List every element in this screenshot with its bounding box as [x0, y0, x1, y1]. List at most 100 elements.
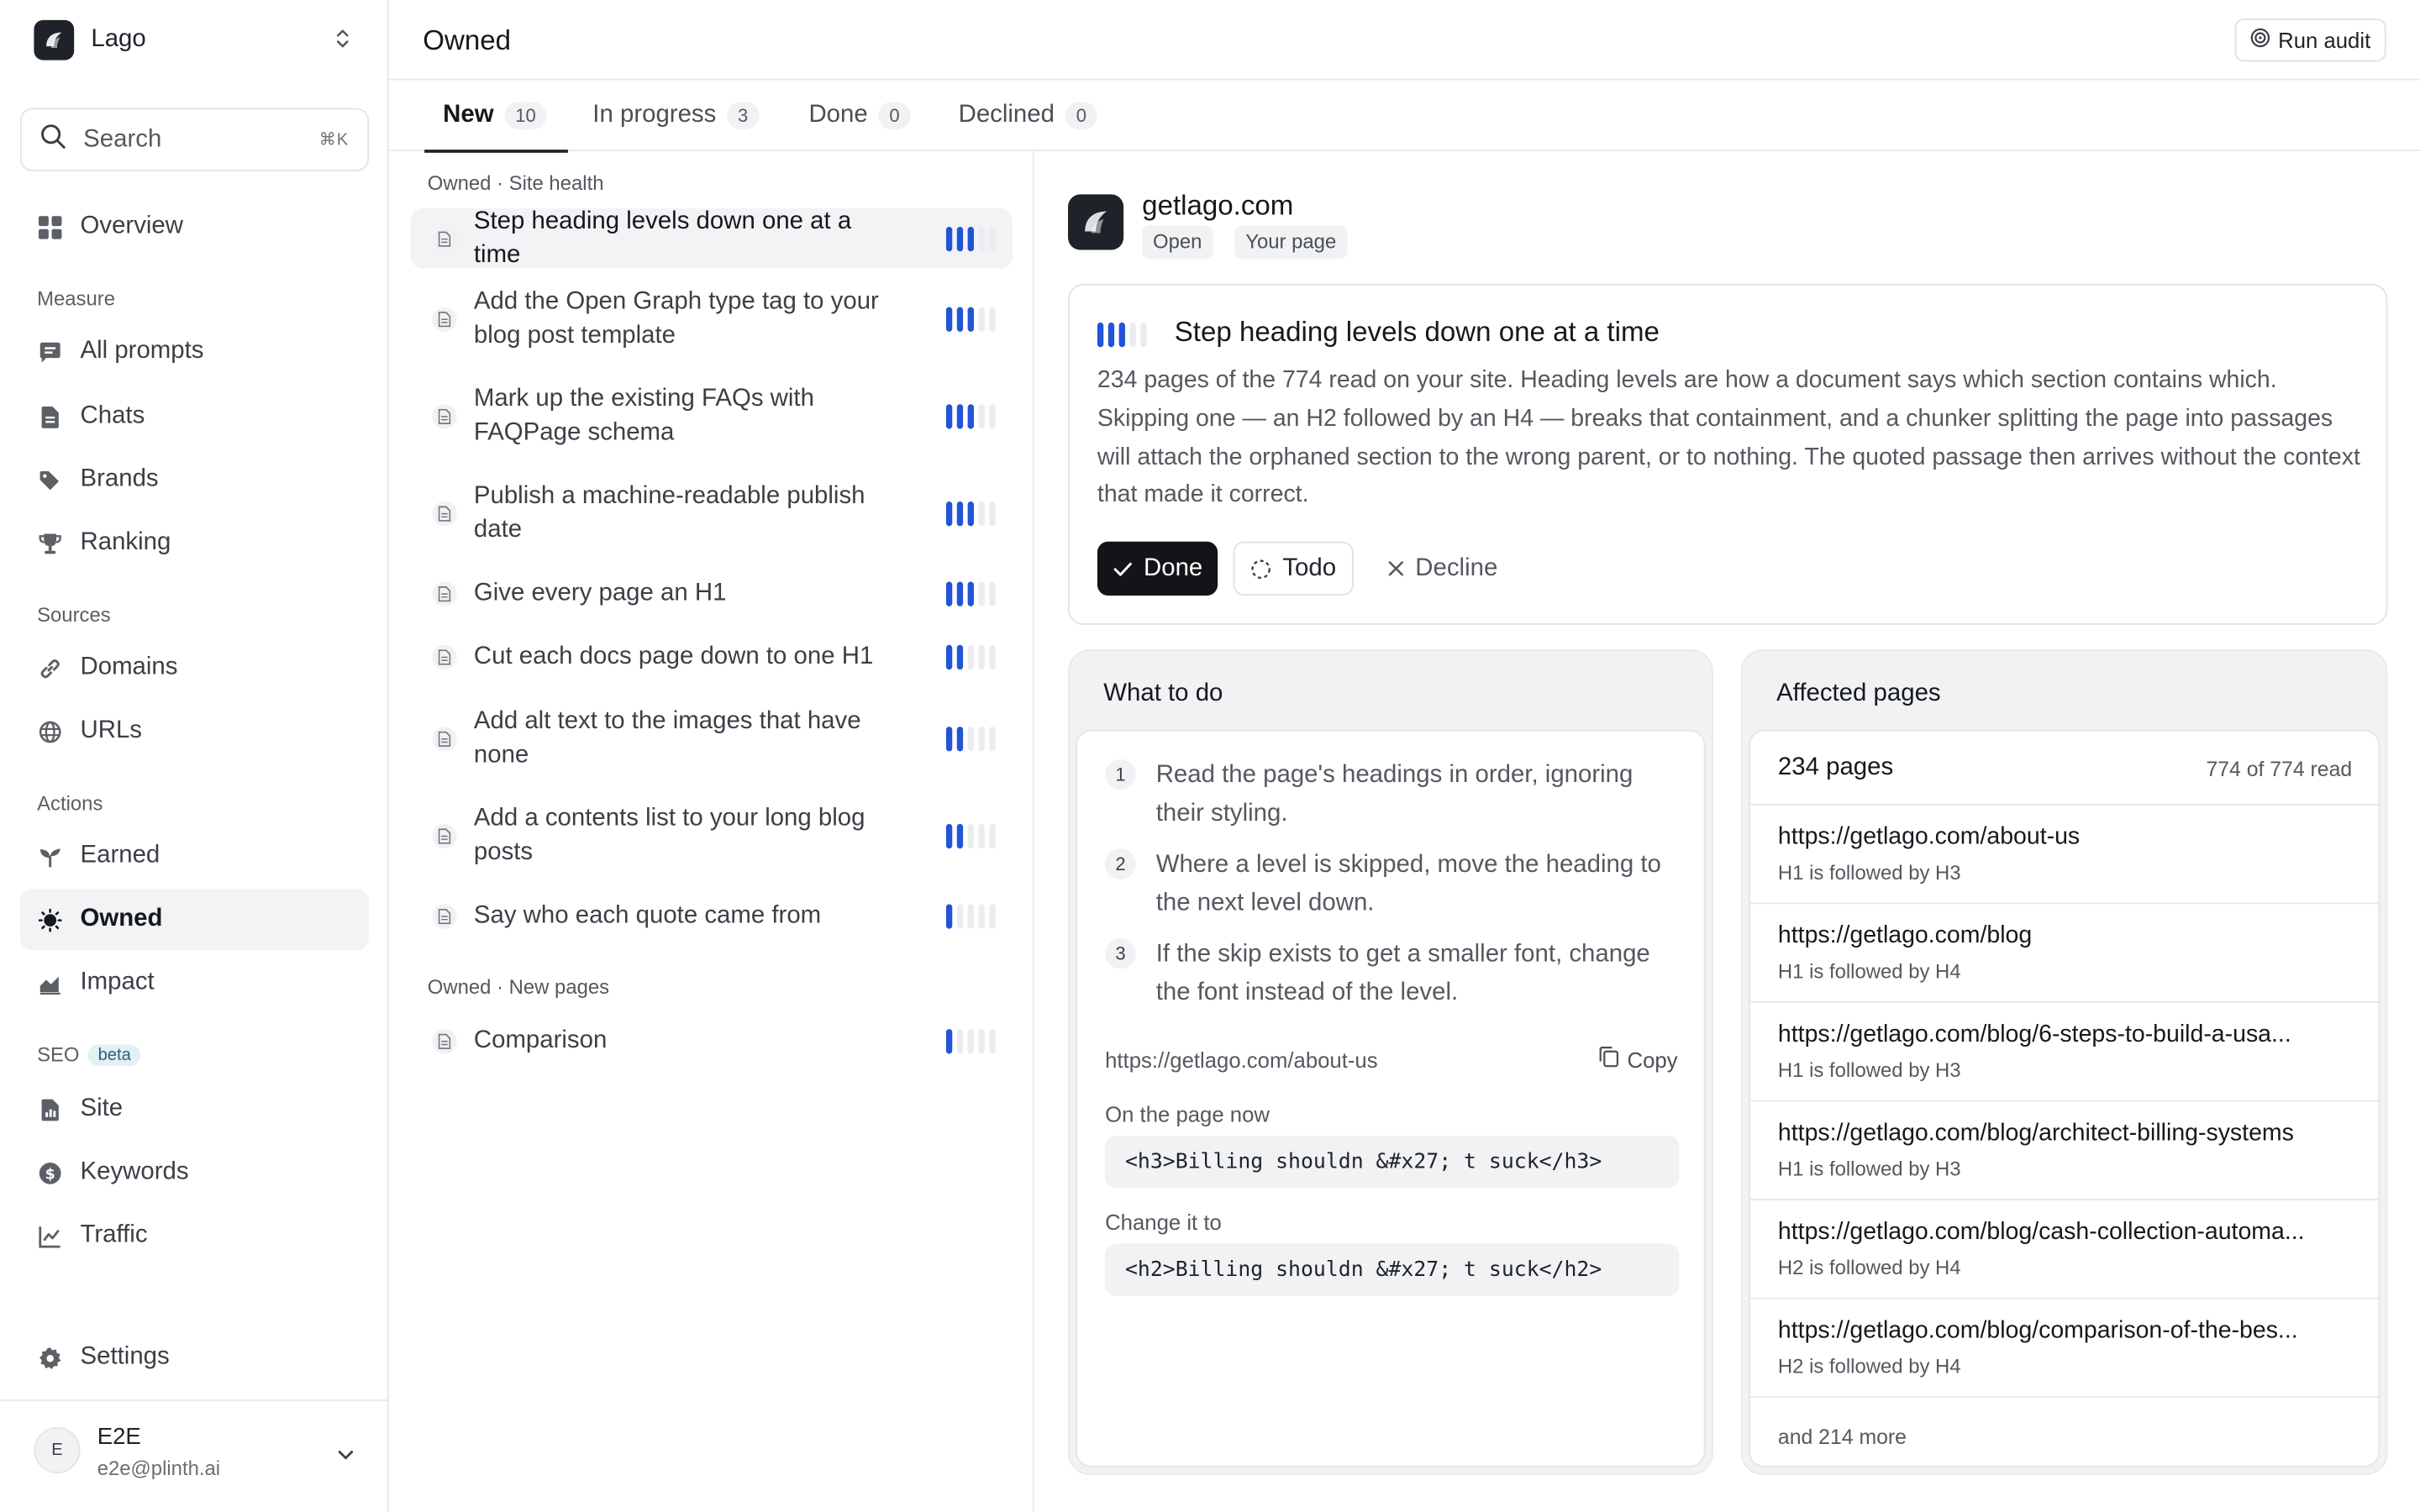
copy-icon: [1599, 1046, 1619, 1072]
list-item[interactable]: Comparison: [411, 1011, 1013, 1072]
impact-bars: [945, 644, 996, 670]
run-audit-button[interactable]: Run audit: [2234, 18, 2386, 62]
done-button[interactable]: Done: [1097, 541, 1218, 596]
tab-done[interactable]: Done 0: [808, 81, 911, 151]
sidebar-item-overview[interactable]: Overview: [20, 196, 369, 257]
list-item[interactable]: Add a contents list to your long blog po…: [411, 802, 1013, 870]
sidebar-item-earned[interactable]: Earned: [20, 826, 369, 887]
sidebar-item-site[interactable]: Site: [20, 1079, 369, 1140]
workspace-name: Lago: [91, 26, 146, 53]
status-badge: Open: [1142, 225, 1213, 260]
impact-bar-empty: [1129, 322, 1136, 348]
recommendation-title: Comparison: [473, 1027, 608, 1054]
tab-label: Declined: [958, 102, 1055, 129]
sidebar-item-brands[interactable]: Brands: [20, 449, 369, 510]
page-header: Owned Run audit: [388, 0, 2420, 81]
trophy-icon: [39, 532, 62, 555]
tab-new[interactable]: New 10: [424, 81, 569, 153]
grid-icon: [38, 215, 62, 239]
beta-badge: beta: [88, 1044, 140, 1067]
sidebar-item-label: Overview: [80, 213, 183, 239]
page-issue: H2 is followed by H4: [1777, 1354, 1961, 1378]
impact-bar-empty: [989, 823, 996, 849]
page-row[interactable]: https://getlago.com/blog/comparison-of-t…: [1749, 1299, 2379, 1399]
section-label-actions: Actions: [37, 791, 103, 815]
document-icon: [432, 404, 457, 429]
affected-count: 234 pages: [1777, 754, 1894, 781]
workspace-switcher[interactable]: Lago: [34, 19, 358, 60]
user-menu[interactable]: E E2E e2e@plinth.ai: [0, 1399, 389, 1512]
impact-bar-empty: [978, 581, 985, 606]
tab-declined[interactable]: Declined 0: [959, 81, 1097, 151]
search-input[interactable]: Search ⌘K: [19, 108, 369, 171]
todo-label: Todo: [1282, 554, 1337, 581]
tab-in-progress[interactable]: In progress 3: [592, 81, 760, 151]
impact-bar-filled: [956, 501, 964, 527]
impact-bar-empty: [956, 904, 964, 929]
impact-bar-empty: [978, 404, 985, 429]
suggested-code: <h2>Billing shouldn &#x27; t suck</h2>: [1105, 1243, 1680, 1296]
impact-bar-filled: [945, 727, 953, 752]
list-item[interactable]: Publish a machine-readable publish date: [411, 480, 1013, 548]
sidebar-item-domains[interactable]: Domains: [20, 638, 369, 699]
sidebar-item-traffic[interactable]: Traffic: [20, 1205, 369, 1266]
run-audit-label: Run audit: [2278, 28, 2371, 53]
impact-bar-filled: [945, 226, 953, 251]
page-issue: H1 is followed by H3: [1777, 1058, 1961, 1082]
impact-bar-empty: [967, 904, 974, 929]
impact-bar-filled: [945, 823, 953, 849]
sidebar-item-owned[interactable]: Owned: [19, 888, 369, 951]
page-issue: H2 is followed by H4: [1777, 1256, 1961, 1279]
tags-icon: [39, 468, 62, 491]
user-name: E2E: [97, 1424, 141, 1451]
section-label-sources: Sources: [37, 603, 111, 627]
page-row[interactable]: https://getlago.com/about-us H1 is follo…: [1749, 806, 2379, 905]
done-label: Done: [1144, 554, 1203, 581]
panel-title: What to do: [1103, 680, 1223, 707]
list-item[interactable]: Cut each docs page down to one H1: [411, 627, 1013, 688]
impact-bar-filled: [945, 644, 953, 670]
recommendation-title: Give every page an H1: [473, 580, 727, 606]
list-item[interactable]: Step heading levels down one at a time: [410, 207, 1013, 269]
page-row[interactable]: https://getlago.com/blog H1 is followed …: [1749, 904, 2379, 1003]
recommendation-title: Mark up the existing FAQs with FAQPage s…: [473, 386, 814, 446]
document-icon: [432, 501, 457, 527]
page-url: https://getlago.com/blog/6-steps-to-buil…: [1777, 1021, 2291, 1048]
copy-button[interactable]: Copy: [1599, 1046, 1678, 1072]
what-to-do-content: 1 Read the page's headings in order, ign…: [1076, 729, 1706, 1467]
document-icon: [432, 823, 457, 849]
list-item[interactable]: Add alt text to the images that have non…: [411, 705, 1013, 773]
more-pages-link[interactable]: and 214 more: [1778, 1425, 1907, 1449]
list-item[interactable]: Say who each quote came from: [411, 885, 1013, 947]
impact-bar-empty: [989, 307, 996, 332]
impact-bar-empty: [989, 581, 996, 606]
sidebar-item-label: Domains: [80, 654, 178, 681]
list-item[interactable]: Add the Open Graph type tag to your blog…: [411, 286, 1013, 354]
impact-bar-filled: [956, 823, 964, 849]
impact-bars: [1097, 322, 1147, 348]
chevron-down-icon: [336, 1441, 355, 1469]
page-url: https://getlago.com/blog/comparison-of-t…: [1777, 1317, 2298, 1344]
impact-bar-empty: [978, 307, 985, 332]
page-row[interactable]: https://getlago.com/blog/6-steps-to-buil…: [1749, 1003, 2379, 1102]
recommendation-title: Cut each docs page down to one H1: [473, 643, 874, 670]
list-item[interactable]: Mark up the existing FAQs with FAQPage s…: [411, 383, 1013, 451]
close-icon: [1387, 560, 1404, 577]
sidebar-item-impact[interactable]: Impact: [20, 952, 369, 1013]
impact-bar-filled: [1107, 322, 1115, 348]
sidebar-item-all-prompts[interactable]: All prompts: [20, 321, 369, 382]
document-icon: [432, 904, 457, 929]
page-row[interactable]: https://getlago.com/blog/architect-billi…: [1749, 1101, 2379, 1200]
sidebar-item-urls[interactable]: URLs: [20, 701, 369, 762]
decline-button[interactable]: Decline: [1372, 542, 1513, 596]
sidebar-item-settings[interactable]: Settings: [20, 1327, 369, 1389]
sidebar-item-keywords[interactable]: $ Keywords: [20, 1142, 369, 1203]
list-item[interactable]: Give every page an H1: [411, 563, 1013, 624]
todo-button[interactable]: Todo: [1233, 541, 1354, 596]
page-row[interactable]: https://getlago.com/blog/cash-collection…: [1749, 1200, 2379, 1299]
page-url: https://getlago.com/blog: [1777, 922, 2033, 949]
sidebar-item-chats[interactable]: Chats: [20, 386, 369, 447]
sidebar-item-ranking[interactable]: Ranking: [20, 512, 369, 574]
impact-bar-filled: [967, 226, 974, 251]
sidebar-item-label: Traffic: [80, 1221, 148, 1248]
